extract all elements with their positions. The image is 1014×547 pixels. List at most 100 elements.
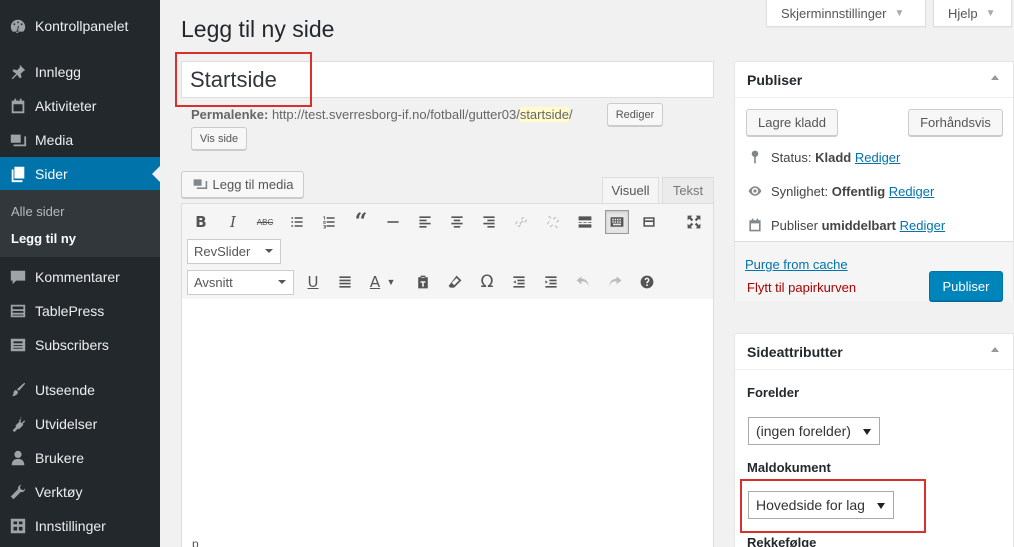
sidebar-item-plugins[interactable]: Utvidelser (0, 407, 160, 441)
editor-toolbar: B I ABC “ RevSlider Avsnitt U A ▼ Ω (181, 203, 714, 300)
screen-options-button[interactable]: Skjerminnstillinger ▼ (766, 0, 926, 27)
edit-visibility-link[interactable]: Rediger (889, 184, 935, 199)
parent-label: Forelder (747, 385, 800, 400)
sidebar-item-users[interactable]: Brukere (0, 441, 160, 475)
align-center-icon[interactable] (445, 210, 469, 234)
indent-icon[interactable] (539, 270, 563, 294)
sidebar-item-tablepress[interactable]: TablePress (0, 294, 160, 328)
eye-icon (748, 186, 762, 196)
status-row: Status: Kladd Rediger (747, 149, 900, 165)
add-media-button[interactable]: Legg til media (181, 171, 304, 198)
collapse-arrow-icon[interactable] (991, 343, 999, 352)
edit-status-link[interactable]: Rediger (855, 150, 901, 165)
sidebar-item-label: Innlegg (35, 64, 81, 80)
caret-down-icon[interactable]: ▼ (385, 270, 397, 294)
bullet-list-icon[interactable] (285, 210, 309, 234)
post-title-input[interactable]: Startside (181, 61, 714, 98)
calendar-icon (749, 218, 761, 232)
plugin-icon (0, 415, 34, 433)
paste-text-icon[interactable] (411, 270, 435, 294)
revslider-dropdown[interactable]: RevSlider (187, 239, 281, 264)
permalink-slug[interactable]: startside (519, 107, 569, 122)
schedule-row: Publiser umiddelbart Rediger (747, 217, 945, 233)
strikethrough-icon[interactable]: ABC (253, 210, 277, 234)
unlink-icon[interactable] (541, 210, 565, 234)
publish-button[interactable]: Publiser (929, 271, 1003, 301)
tab-text[interactable]: Tekst (662, 177, 714, 204)
sidebar-item-activities[interactable]: Aktiviteter (0, 89, 160, 123)
caret-down-icon (877, 503, 885, 513)
caret-down-icon (278, 280, 286, 288)
page-attributes-title: Sideattributter (747, 344, 843, 360)
underline-icon[interactable]: U (301, 270, 325, 294)
justify-icon[interactable] (333, 270, 357, 294)
preview-button[interactable]: Forhåndsvis (908, 109, 1003, 136)
collapse-arrow-icon[interactable] (991, 71, 999, 80)
publish-box-title: Publiser (747, 72, 803, 88)
sidebar-item-appearance[interactable]: Utseende (0, 373, 160, 407)
submenu-add-new[interactable]: Legg til ny (11, 231, 76, 246)
clear-formatting-icon[interactable] (443, 270, 467, 294)
sidebar-item-media[interactable]: Media (0, 123, 160, 157)
align-right-icon[interactable] (477, 210, 501, 234)
text-color-icon[interactable]: A (363, 270, 387, 294)
user-icon (0, 449, 34, 467)
template-select[interactable]: Hovedside for lag (748, 491, 894, 519)
sidebar-item-pages[interactable]: Sider (0, 157, 160, 191)
media-icon (0, 131, 34, 149)
submenu-all-pages[interactable]: Alle sider (11, 204, 64, 219)
numbered-list-icon[interactable] (317, 210, 341, 234)
help-button[interactable]: Hjelp ▼ (933, 0, 1012, 27)
sidebar-item-tools[interactable]: Verktøy (0, 475, 160, 509)
parent-value: (ingen forelder) (756, 423, 851, 439)
caret-down-icon (265, 249, 273, 257)
sidebar-item-dashboard[interactable]: Kontrollpanelet (0, 9, 160, 43)
move-to-trash-link[interactable]: Flytt til papirkurven (747, 280, 856, 295)
editor-content-area[interactable]: p (181, 299, 714, 547)
admin-sidebar: Kontrollpanelet Innlegg Aktiviteter Medi… (0, 0, 160, 547)
pin-icon (751, 150, 759, 164)
sidebar-item-settings[interactable]: Innstillinger (0, 509, 160, 543)
edit-permalink-button[interactable]: Rediger (607, 103, 663, 126)
horizontal-line-icon[interactable] (381, 210, 405, 234)
view-page-button[interactable]: Vis side (191, 127, 247, 150)
caret-down-icon: ▼ (894, 7, 905, 19)
sidebar-item-subscribers[interactable]: Subscribers (0, 328, 160, 362)
read-more-icon[interactable] (573, 210, 597, 234)
outdent-icon[interactable] (507, 270, 531, 294)
undo-icon[interactable] (571, 270, 595, 294)
permalink-line: Permalenke: http://test.sverresborg-if.n… (191, 107, 573, 122)
help-icon[interactable] (635, 270, 659, 294)
visibility-row: Synlighet: Offentlig Rediger (747, 183, 934, 199)
blockquote-icon[interactable]: “ (349, 209, 373, 235)
add-media-label: Legg til media (212, 177, 294, 192)
media-icon (193, 178, 207, 189)
tab-visual[interactable]: Visuell (602, 177, 659, 204)
sidebar-item-comments[interactable]: Kommentarer (0, 260, 160, 294)
sidebar-item-label: Sider (35, 166, 68, 182)
comment-icon (0, 268, 34, 286)
pin-icon (0, 63, 34, 81)
path-indicator: p (192, 537, 199, 547)
insert-form-icon[interactable] (637, 210, 661, 234)
italic-icon[interactable]: I (221, 210, 245, 234)
caret-down-icon (863, 429, 871, 439)
bold-icon[interactable]: B (189, 210, 213, 234)
insert-link-icon[interactable] (509, 210, 533, 234)
parent-select[interactable]: (ingen forelder) (748, 417, 880, 445)
sidebar-item-posts[interactable]: Innlegg (0, 55, 160, 89)
calendar-icon (0, 97, 34, 115)
align-left-icon[interactable] (413, 210, 437, 234)
template-label: Maldokument (747, 460, 831, 475)
sidebar-item-label: Utseende (35, 382, 95, 398)
sidebar-item-label: Aktiviteter (35, 98, 97, 114)
save-draft-button[interactable]: Lagre kladd (746, 109, 838, 136)
visibility-value: Offentlig (831, 183, 886, 199)
toolbar-toggle-icon[interactable] (605, 210, 629, 234)
special-character-icon[interactable]: Ω (475, 270, 499, 294)
redo-icon[interactable] (603, 270, 627, 294)
purge-cache-link[interactable]: Purge from cache (745, 257, 848, 272)
edit-schedule-link[interactable]: Rediger (900, 218, 946, 233)
format-select[interactable]: Avsnitt (187, 270, 294, 295)
fullscreen-icon[interactable] (682, 210, 706, 234)
